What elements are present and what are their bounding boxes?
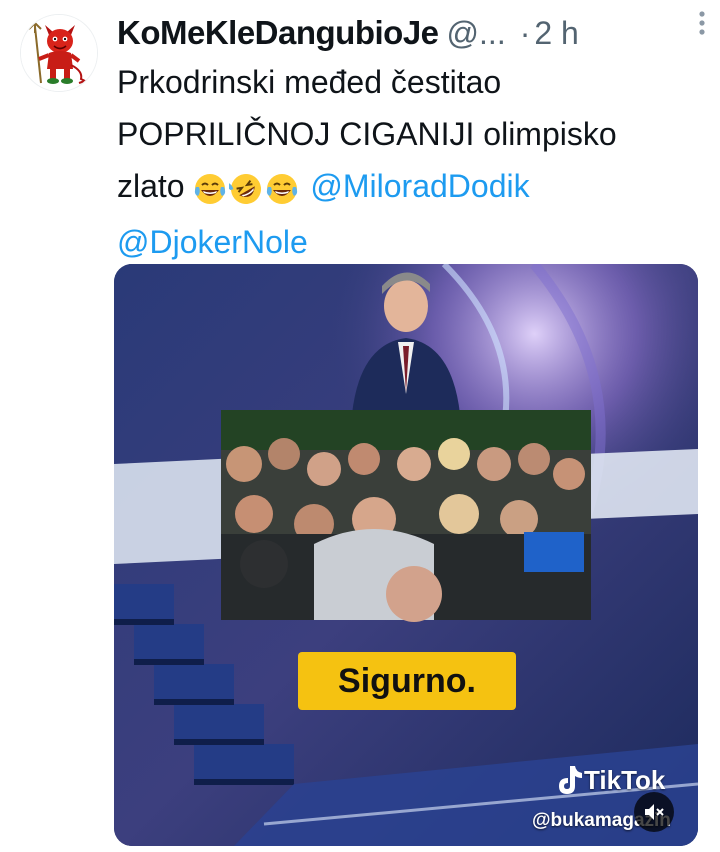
face-with-tears-of-joy-icon xyxy=(267,174,298,204)
more-options-button[interactable] xyxy=(688,8,716,38)
muted-speaker-icon xyxy=(645,804,664,820)
user-handle[interactable]: @... xyxy=(447,15,506,52)
video-caption: Sigurno. xyxy=(298,652,516,710)
tiktok-logo-icon xyxy=(559,766,582,794)
display-name[interactable]: KoMeKleDangubioJe xyxy=(117,14,439,52)
tweet-text-line: Prkodrinski međed čestitao xyxy=(117,64,502,100)
tweet-text-word: zlato xyxy=(117,168,185,204)
tweet-header: KoMeKleDangubioJe @... · 2 h xyxy=(117,10,702,56)
avatar[interactable] xyxy=(20,14,98,92)
mention-link[interactable]: @MiloradDodik xyxy=(310,168,529,204)
video-frame-illustration xyxy=(114,264,698,846)
separator-dot: · xyxy=(519,14,531,51)
face-with-tears-of-joy-icon xyxy=(195,174,226,204)
mention-link[interactable]: @DjokerNole xyxy=(117,224,308,260)
video-media[interactable]: Sigurno. TikTok @bukamagazin xyxy=(114,264,698,846)
tweet-text-line: zlato @MiloradDodik xyxy=(117,160,707,216)
emoji-run xyxy=(193,164,301,216)
tweet-text: Prkodrinski međed čestitao POPRILIČNOJ C… xyxy=(117,56,707,268)
devil-avatar-illustration xyxy=(21,15,97,91)
more-vertical-icon xyxy=(699,11,705,35)
tweet-text-line: POPRILIČNOJ CIGANIJI olimpisko xyxy=(117,116,617,152)
tweet-text-line: @DjokerNole xyxy=(117,216,707,268)
tiktok-watermark: TikTok xyxy=(554,764,665,796)
mute-button[interactable] xyxy=(634,792,674,832)
tiktok-brand-text: TikTok xyxy=(584,764,666,795)
rolling-on-floor-laughing-icon xyxy=(229,174,262,204)
timestamp[interactable]: 2 h xyxy=(534,15,578,52)
